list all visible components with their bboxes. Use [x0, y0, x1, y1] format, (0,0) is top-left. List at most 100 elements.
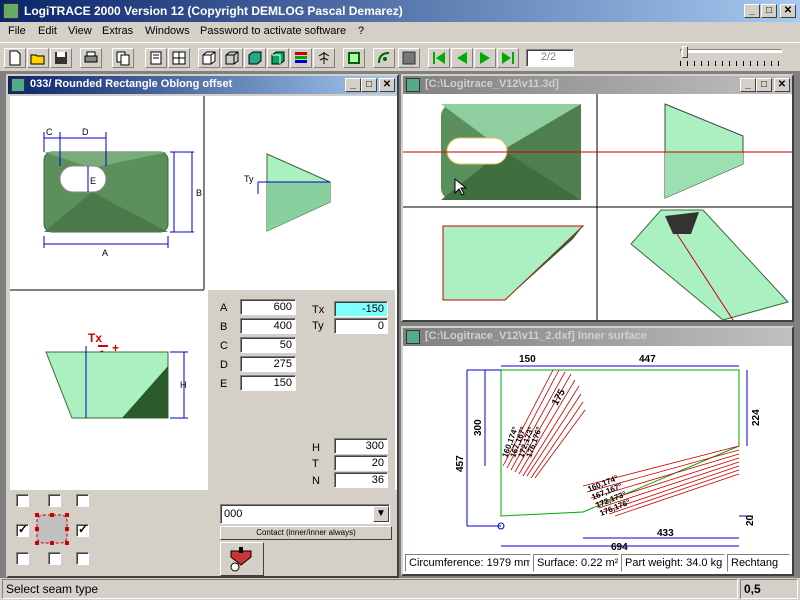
- status-bar: Select seam type 0,5: [0, 578, 800, 600]
- param-label-d: D: [220, 359, 228, 371]
- next-page-button[interactable]: [474, 48, 496, 68]
- tree-button[interactable]: [313, 48, 335, 68]
- 3d-view-canvas: [403, 94, 792, 320]
- 3d-green-button[interactable]: [244, 48, 266, 68]
- grid-view-icon: [172, 51, 186, 65]
- param-tx-field[interactable]: -150: [334, 301, 388, 317]
- param-a-field[interactable]: 600: [240, 299, 296, 315]
- contact-button[interactable]: Contact (inner/inner always): [220, 526, 392, 540]
- menu-windows[interactable]: Windows: [145, 25, 190, 37]
- 3d-window-close-button[interactable]: ✕: [774, 78, 790, 92]
- menu-help[interactable]: ?: [358, 25, 364, 37]
- grid-view-button[interactable]: [168, 48, 190, 68]
- last-page-button[interactable]: [497, 48, 519, 68]
- toolbar: 2/2: [0, 42, 800, 72]
- dim-label-h: H: [180, 380, 187, 390]
- seam-checkbox-bottom-right[interactable]: [76, 552, 89, 565]
- weight-readout: Part weight: 34.0 kg: [621, 554, 725, 572]
- dim-label-minus: -: [100, 345, 104, 357]
- menu-file[interactable]: File: [8, 25, 26, 37]
- menu-edit[interactable]: Edit: [38, 25, 57, 37]
- window-icon: [406, 78, 420, 92]
- zoom-slider-track[interactable]: [680, 49, 782, 53]
- curve-icon: [378, 52, 390, 64]
- seam-checkbox-top-right[interactable]: [76, 494, 89, 507]
- shape-window: 033/ Rounded Rectangle Oblong offset _ □…: [6, 74, 399, 578]
- frame-button[interactable]: [343, 48, 365, 68]
- gray-box-icon: [402, 51, 416, 65]
- zoom-slider-ticks: [680, 61, 782, 66]
- page-view-button[interactable]: [145, 48, 167, 68]
- param-t-field[interactable]: 20: [334, 455, 388, 471]
- menu-extras[interactable]: Extras: [102, 25, 133, 37]
- seam-checkbox-bottom-center[interactable]: [48, 552, 61, 565]
- curve-button[interactable]: [373, 48, 395, 68]
- copy-icon: [116, 51, 130, 66]
- dim-label-c: C: [46, 127, 53, 137]
- 3d-window-minimize-button[interactable]: _: [740, 78, 756, 92]
- close-button[interactable]: ✕: [780, 4, 796, 18]
- 3d-window-maximize-button[interactable]: □: [756, 78, 772, 92]
- save-button[interactable]: [50, 48, 72, 68]
- shape-window-close-button[interactable]: ✕: [379, 78, 395, 92]
- seam-checkbox-top-center[interactable]: [48, 494, 61, 507]
- param-c-field[interactable]: 50: [240, 337, 296, 353]
- 3d-solid-button[interactable]: [221, 48, 243, 68]
- seam-combo[interactable]: 000 ▼: [220, 504, 390, 524]
- seam-combo-value: 000: [224, 508, 243, 520]
- menu-bar: File Edit View Extras Windows Password t…: [0, 22, 800, 42]
- open-button[interactable]: [27, 48, 49, 68]
- dim-433: 433: [657, 528, 674, 539]
- shape-type-readout: Rechtang: [727, 554, 790, 572]
- copy-button[interactable]: [112, 48, 134, 68]
- dim-label-d: D: [82, 127, 89, 137]
- param-label-n: N: [312, 475, 320, 487]
- dxf-window-title: [C:\Logitrace_V12\v11_2.dxf] Inner surfa…: [425, 330, 647, 342]
- param-n-field[interactable]: 36: [334, 472, 388, 488]
- chevron-down-icon[interactable]: ▼: [373, 506, 389, 522]
- print-button[interactable]: [80, 48, 102, 68]
- minimize-button[interactable]: _: [744, 4, 760, 18]
- param-ty-field[interactable]: 0: [334, 318, 388, 334]
- param-h-field[interactable]: 300: [334, 438, 388, 454]
- param-label-ty: Ty: [312, 320, 324, 332]
- menu-view[interactable]: View: [68, 25, 92, 37]
- maximize-button[interactable]: □: [761, 4, 777, 18]
- dim-447: 447: [639, 354, 656, 365]
- 3d-box-wire-icon: [271, 51, 285, 65]
- 3d-box-outline-icon: [202, 51, 216, 65]
- weld-tool-button[interactable]: [220, 542, 264, 576]
- param-d-field[interactable]: 275: [240, 356, 296, 372]
- zoom-slider-thumb[interactable]: [682, 46, 688, 58]
- shape-window-minimize-button[interactable]: _: [345, 78, 361, 92]
- shape-window-maximize-button[interactable]: □: [361, 78, 377, 92]
- param-label-t: T: [312, 458, 319, 470]
- last-page-icon: [502, 52, 514, 64]
- seam-checkbox-top-left[interactable]: [16, 494, 29, 507]
- tree-icon: [318, 52, 330, 64]
- window-icon: [406, 330, 420, 344]
- seam-checkbox-bottom-left[interactable]: [16, 552, 29, 565]
- param-b-field[interactable]: 400: [240, 318, 296, 334]
- menu-password[interactable]: Password to activate software: [200, 25, 346, 37]
- 3d-view-window-titlebar: [C:\Logitrace_V12\v11.3d] _ □ ✕: [403, 76, 792, 94]
- 3d-outline-button[interactable]: [198, 48, 220, 68]
- dim-20: 20: [745, 514, 756, 526]
- 3d-box-green-icon: [248, 51, 262, 65]
- param-e-field[interactable]: 150: [240, 375, 296, 391]
- param-label-tx: Tx: [312, 304, 325, 316]
- dxf-window: [C:\Logitrace_V12\v11_2.dxf] Inner surfa…: [401, 326, 794, 576]
- seam-shape-preview-icon: [35, 513, 69, 545]
- new-file-button[interactable]: [4, 48, 26, 68]
- seam-checkbox-mid-left[interactable]: [16, 522, 29, 537]
- color-bars-button[interactable]: [290, 48, 312, 68]
- dim-label-plus: +: [112, 341, 119, 355]
- first-page-button[interactable]: [428, 48, 450, 68]
- 3d-green-wire-button[interactable]: [267, 48, 289, 68]
- shape-window-title: 033/ Rounded Rectangle Oblong offset: [30, 78, 233, 90]
- print-icon: [84, 51, 98, 63]
- dim-224: 224: [751, 409, 762, 426]
- previous-page-button[interactable]: [451, 48, 473, 68]
- seam-checkbox-mid-right[interactable]: [76, 522, 89, 537]
- gray-box-button[interactable]: [398, 48, 420, 68]
